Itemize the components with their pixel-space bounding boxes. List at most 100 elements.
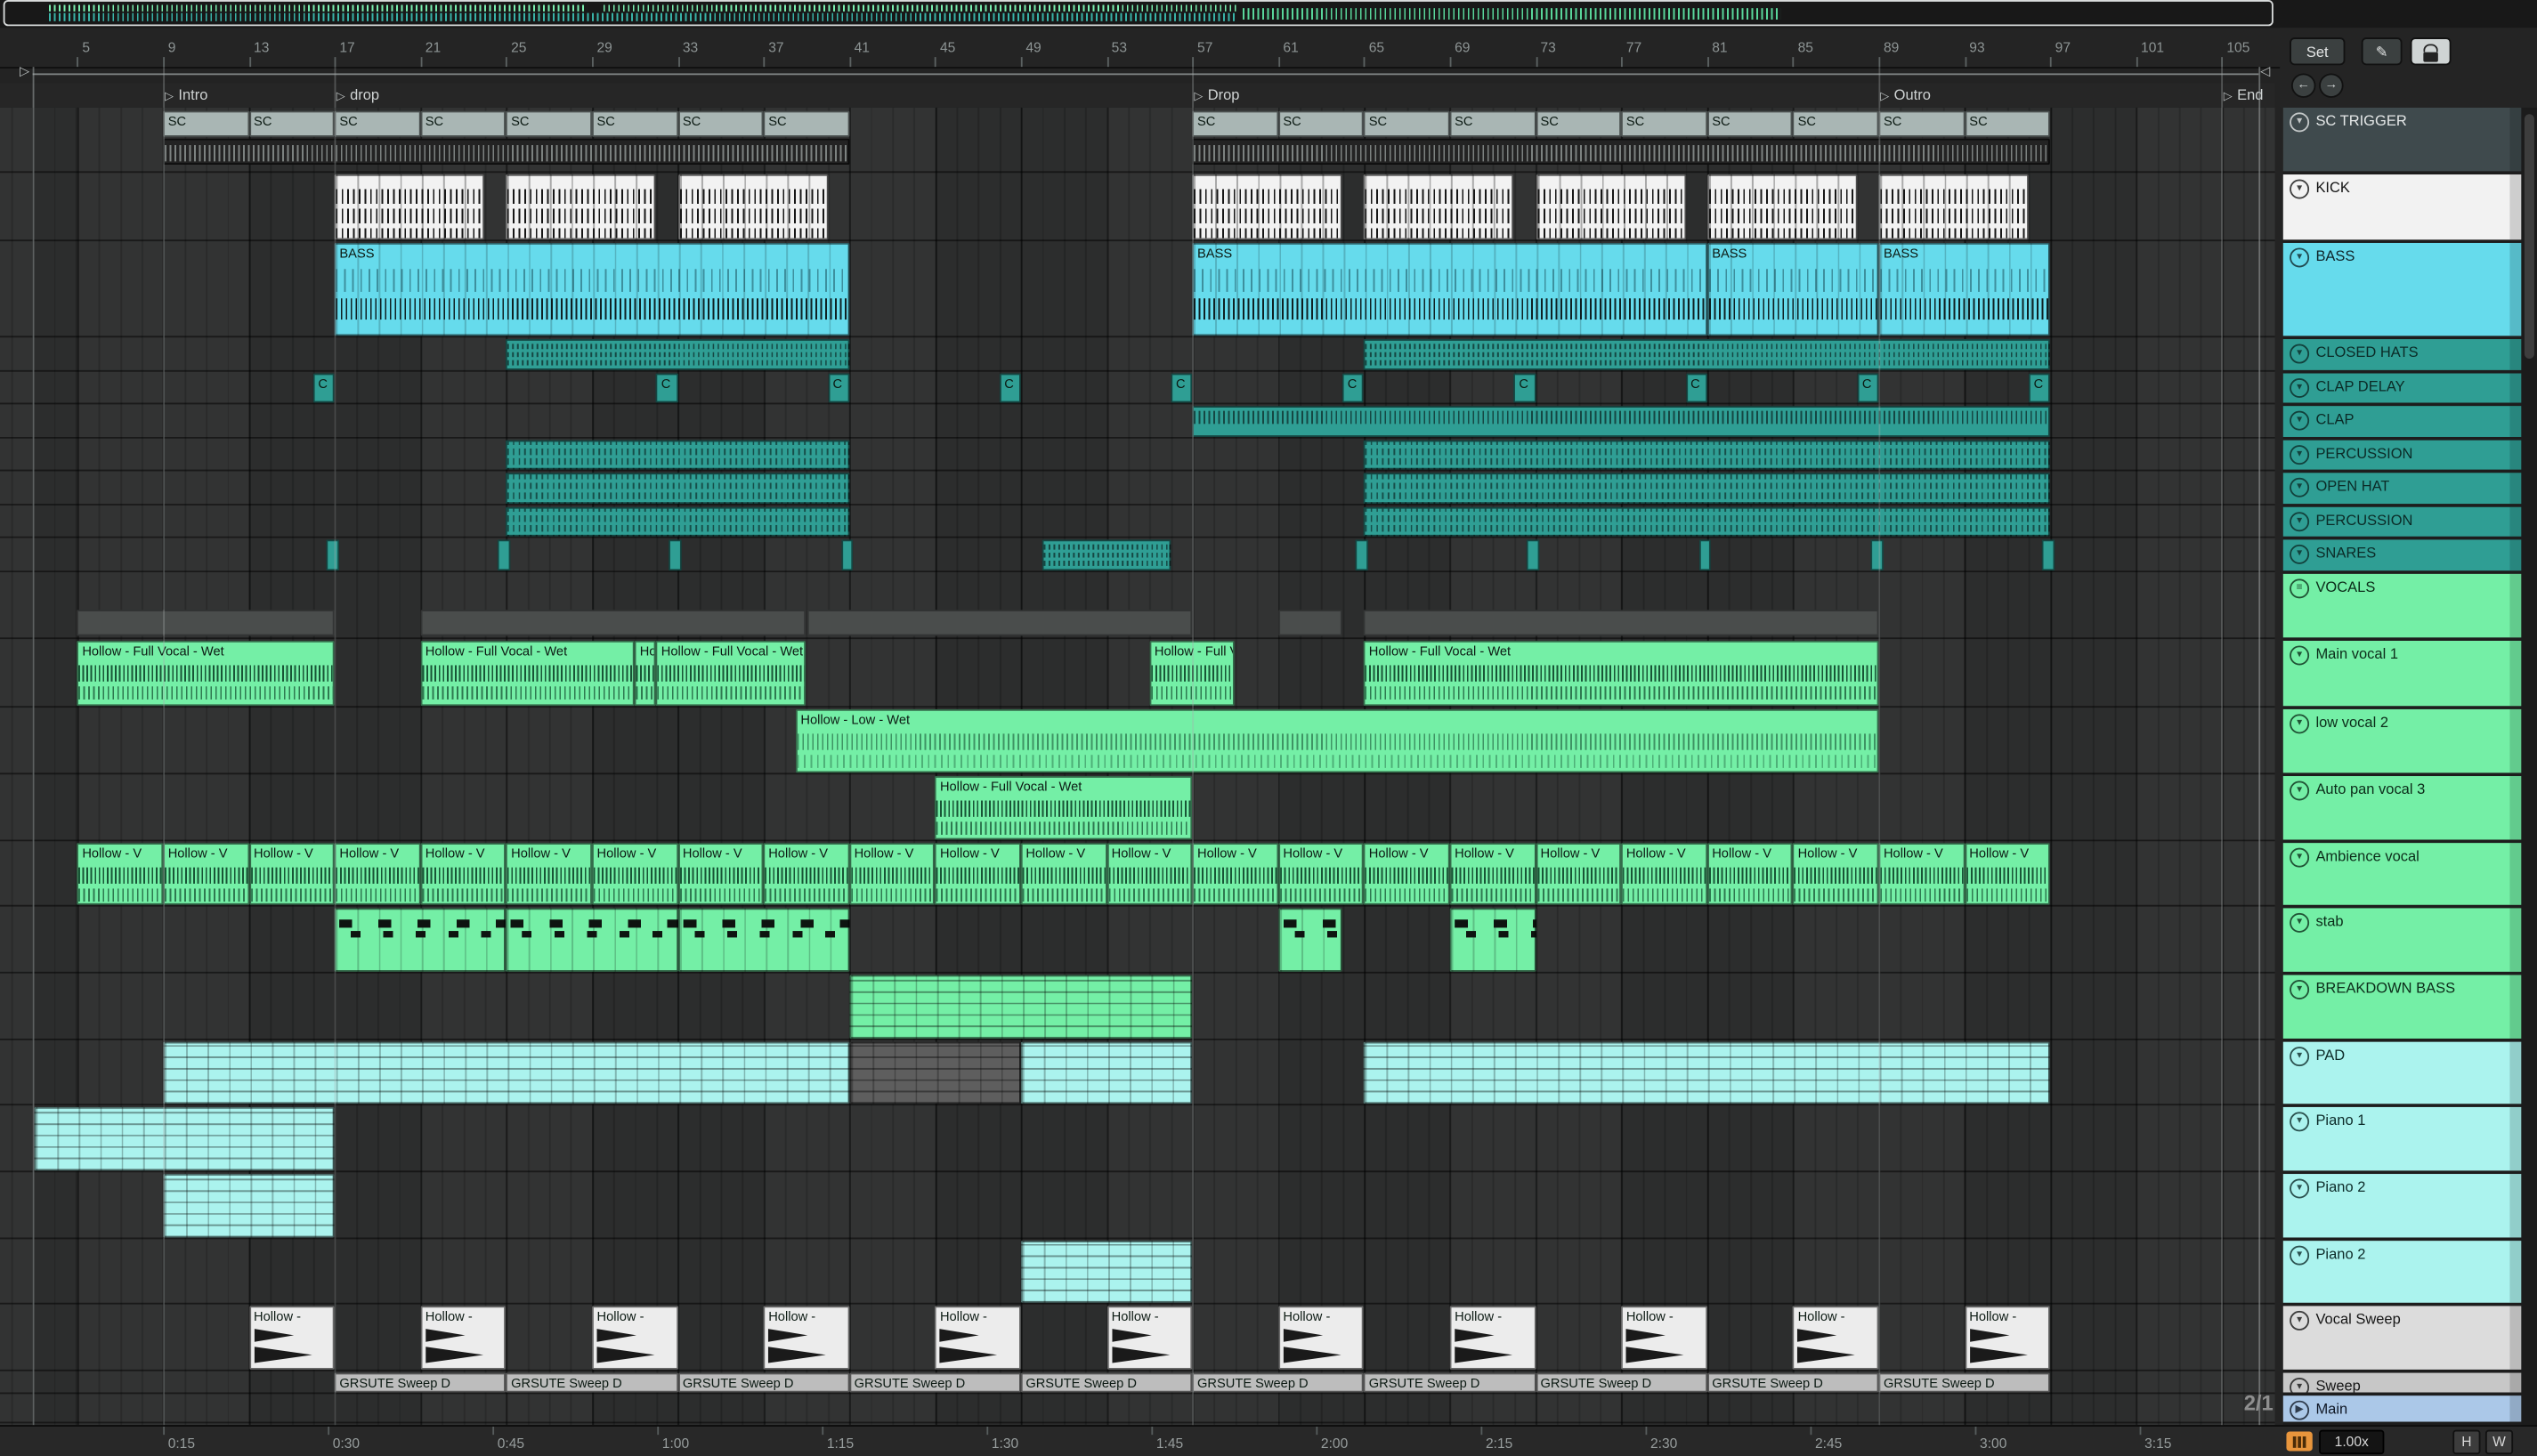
pencil-icon[interactable]: ✎ bbox=[2361, 37, 2403, 66]
clip[interactable]: GRSUTE Sweep D bbox=[1535, 1372, 1707, 1393]
track-header-piano-2[interactable]: ▾ Piano 2 bbox=[2282, 1174, 2522, 1238]
locator-drop[interactable]: ▷ Drop bbox=[1194, 85, 1239, 106]
clip[interactable] bbox=[1364, 1041, 2051, 1104]
track-header-clap-delay[interactable]: ▾ CLAP DELAY bbox=[2282, 373, 2522, 403]
track-header-percussion[interactable]: ▾ PERCUSSION bbox=[2282, 440, 2522, 470]
clip[interactable]: SC bbox=[1964, 110, 2051, 137]
clip[interactable]: Hollow - Full Vocal - Wet bbox=[77, 640, 335, 707]
clip[interactable]: C bbox=[1171, 373, 1193, 403]
fold-arrow-icon[interactable]: ▾ bbox=[2290, 410, 2310, 431]
clip[interactable] bbox=[849, 975, 1193, 1039]
clip[interactable]: Hollow - V bbox=[1878, 843, 1965, 905]
arrangement-overview[interactable] bbox=[0, 0, 2537, 29]
fold-arrow-icon[interactable]: ▾ bbox=[2290, 1178, 2310, 1199]
clip[interactable] bbox=[34, 1106, 335, 1171]
clip[interactable] bbox=[506, 339, 850, 370]
clip[interactable] bbox=[1364, 473, 2051, 505]
clip[interactable] bbox=[1535, 174, 1686, 240]
clip[interactable]: Hollow - V bbox=[677, 843, 764, 905]
clip[interactable] bbox=[1364, 174, 1514, 240]
clip[interactable] bbox=[1527, 539, 1540, 571]
clip[interactable]: BASS bbox=[1878, 242, 2051, 336]
fold-arrow-icon[interactable]: ▾ bbox=[2290, 544, 2310, 564]
clip[interactable] bbox=[163, 1174, 335, 1238]
clip[interactable]: GRSUTE Sweep D bbox=[506, 1372, 678, 1393]
track-header-stab[interactable]: ▾ stab bbox=[2282, 908, 2522, 972]
clip[interactable] bbox=[326, 539, 339, 571]
beat-time-ruler[interactable]: 5 9 13 17 21 25 29 33 37 41 45 49 53 57 61 65 69 73 77 81 85… bbox=[0, 28, 2537, 69]
clip[interactable]: Hollow - V bbox=[1793, 843, 1879, 905]
clip[interactable] bbox=[506, 174, 657, 240]
clip[interactable]: Hollow - V bbox=[592, 843, 678, 905]
width-zoom-button[interactable]: W bbox=[2484, 1429, 2514, 1455]
clip[interactable] bbox=[1355, 539, 1369, 571]
clip[interactable]: Hollow - V bbox=[506, 843, 592, 905]
clip[interactable] bbox=[1192, 174, 1343, 240]
track-header-percussion[interactable]: ▾ PERCUSSION bbox=[2282, 506, 2522, 537]
fold-arrow-icon[interactable]: ▾ bbox=[2290, 1310, 2310, 1331]
locator-drop[interactable]: ▷ drop bbox=[336, 85, 379, 106]
track-header-sweep[interactable]: ▾ Sweep bbox=[2282, 1372, 2522, 1393]
clip[interactable]: Hollow - V bbox=[1964, 843, 2051, 905]
clip[interactable]: BASS bbox=[1706, 242, 1879, 336]
clip[interactable]: C bbox=[2029, 373, 2051, 403]
clip[interactable]: SC bbox=[1277, 110, 1365, 137]
clip[interactable]: SC bbox=[1364, 110, 1450, 137]
clip[interactable]: Hollow - V bbox=[1449, 843, 1536, 905]
overview-viewport-box[interactable] bbox=[3, 0, 2274, 27]
track-header-bass[interactable]: ▾ BASS bbox=[2282, 242, 2522, 336]
clip[interactable]: Hollow - bbox=[935, 1306, 1021, 1370]
clip[interactable] bbox=[669, 539, 683, 571]
fold-arrow-icon[interactable]: ▾ bbox=[2290, 112, 2310, 133]
clip[interactable] bbox=[1277, 610, 1343, 636]
clip[interactable] bbox=[334, 908, 507, 972]
clip[interactable] bbox=[1698, 539, 1712, 571]
clip[interactable] bbox=[806, 610, 1193, 636]
clip[interactable] bbox=[1869, 539, 1884, 571]
clip[interactable] bbox=[840, 539, 854, 571]
clip[interactable]: Hollow - V bbox=[1364, 843, 1450, 905]
clip[interactable]: Hollow - V bbox=[935, 843, 1021, 905]
clip[interactable]: Hollow - V bbox=[248, 843, 335, 905]
loop-end-arrow[interactable]: ◁ bbox=[2260, 63, 2270, 77]
clip[interactable] bbox=[1042, 539, 1171, 571]
clip[interactable]: Hollow - V bbox=[1106, 843, 1193, 905]
clip[interactable]: Hollow - V bbox=[1192, 843, 1278, 905]
clip[interactable] bbox=[677, 174, 828, 240]
clip[interactable]: Hollow - V bbox=[334, 843, 421, 905]
clip[interactable] bbox=[677, 908, 850, 972]
clip[interactable] bbox=[506, 473, 850, 505]
clip[interactable]: C bbox=[1685, 373, 1707, 403]
clip[interactable]: Hollow - V bbox=[849, 843, 936, 905]
track-header-sc-trigger[interactable]: ▾ SC TRIGGER bbox=[2282, 107, 2522, 172]
fold-arrow-icon[interactable]: ▾ bbox=[2290, 980, 2310, 1000]
clip[interactable] bbox=[1020, 1041, 1193, 1104]
clip[interactable] bbox=[506, 440, 850, 470]
clip[interactable]: GRSUTE Sweep D bbox=[1192, 1372, 1365, 1393]
clip[interactable]: Hollow - V bbox=[1020, 843, 1107, 905]
clip[interactable] bbox=[334, 174, 485, 240]
clip[interactable]: Hollow - Full Vocal - Wet bbox=[420, 640, 636, 707]
track-header-auto-pan-vocal-3[interactable]: ▾ Auto pan vocal 3 bbox=[2282, 776, 2522, 840]
track-header-vocals[interactable]: ≡ VOCALS bbox=[2282, 573, 2522, 638]
clip[interactable]: Hollow - bbox=[1449, 1306, 1536, 1370]
clip[interactable]: Hollow - bbox=[1621, 1306, 1707, 1370]
fold-arrow-icon[interactable]: ▾ bbox=[2290, 781, 2310, 801]
forward-arrow-button[interactable]: → bbox=[2319, 73, 2344, 98]
clip[interactable] bbox=[506, 506, 850, 537]
clip[interactable]: SC bbox=[763, 110, 850, 137]
clip[interactable]: BASS bbox=[334, 242, 850, 336]
clip[interactable] bbox=[77, 610, 335, 636]
clip[interactable]: C bbox=[1342, 373, 1365, 403]
clip[interactable]: Hollow - V bbox=[163, 843, 249, 905]
clip[interactable]: Hollow - V bbox=[1706, 843, 1794, 905]
play-icon[interactable]: ▶ bbox=[2290, 1400, 2310, 1420]
clip[interactable]: Hollow - V bbox=[763, 843, 850, 905]
clip[interactable]: SC bbox=[334, 110, 421, 137]
locator-end[interactable]: ▷ End bbox=[2224, 85, 2264, 106]
clip[interactable] bbox=[1449, 908, 1536, 972]
clip[interactable]: BASS bbox=[1192, 242, 1707, 336]
track-header-breakdown-bass[interactable]: ▾ BREAKDOWN BASS bbox=[2282, 975, 2522, 1039]
fold-arrow-icon[interactable]: ▾ bbox=[2290, 512, 2310, 532]
fold-arrow-icon[interactable]: ▾ bbox=[2290, 1378, 2310, 1393]
